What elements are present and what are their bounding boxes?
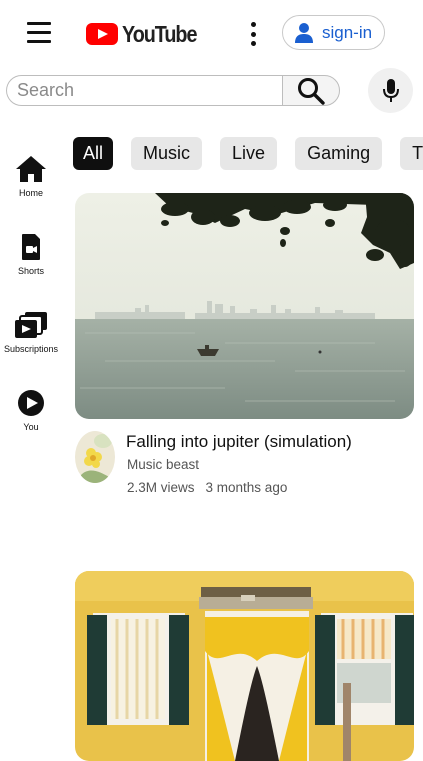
chip-live[interactable]: Live (220, 137, 278, 170)
home-icon (16, 156, 46, 182)
sidebar-item-label: Shorts (17, 266, 44, 276)
thumbnail-image (75, 193, 414, 419)
sign-in-button[interactable]: sign-in (282, 15, 385, 50)
microphone-icon (382, 78, 399, 102)
you-icon (18, 390, 44, 416)
sidebar-item-label: Subscriptions (3, 344, 59, 354)
channel-name[interactable]: Music beast (127, 457, 199, 472)
youtube-logo[interactable]: YouTube (86, 21, 209, 47)
channel-avatar[interactable] (75, 431, 115, 483)
sidebar-item-home[interactable]: Home (0, 155, 62, 198)
thumbnail-image (75, 571, 414, 761)
logo-text: YouTube (122, 20, 197, 47)
chip-gaming[interactable]: Gaming (295, 137, 383, 170)
avatar-image (75, 431, 115, 483)
sidebar-item-label: You (23, 422, 39, 432)
sidebar-item-subscriptions[interactable]: Subscriptions (0, 311, 62, 354)
upload-age: 3 months ago (205, 480, 288, 495)
sidebar-item-shorts[interactable]: Shorts (0, 233, 62, 276)
sign-in-label: sign-in (322, 22, 373, 42)
menu-icon[interactable] (27, 22, 51, 44)
chip-music[interactable]: Music (131, 137, 203, 170)
play-logo-icon (86, 23, 118, 45)
subscriptions-icon (15, 312, 47, 338)
sidebar-item-label: Home (18, 188, 43, 198)
sidebar-item-you[interactable]: You (0, 389, 62, 432)
video-thumbnail[interactable] (75, 193, 414, 419)
chip-next[interactable]: T (400, 137, 423, 170)
voice-search-button[interactable] (368, 68, 413, 113)
user-icon (295, 22, 313, 43)
filter-chips: All Music Live Gaming T (73, 137, 423, 171)
chip-all[interactable]: All (73, 137, 114, 170)
video-title[interactable]: Falling into jupiter (simulation) (126, 432, 352, 452)
view-count: 2.3M views (127, 480, 195, 495)
shorts-icon (22, 234, 40, 260)
search-icon (298, 77, 325, 105)
search-input[interactable] (6, 75, 282, 106)
search-button[interactable] (282, 75, 340, 106)
more-options-icon[interactable] (248, 22, 258, 46)
video-thumbnail[interactable] (75, 571, 414, 761)
video-meta: 2.3M views 3 months ago (127, 480, 287, 495)
